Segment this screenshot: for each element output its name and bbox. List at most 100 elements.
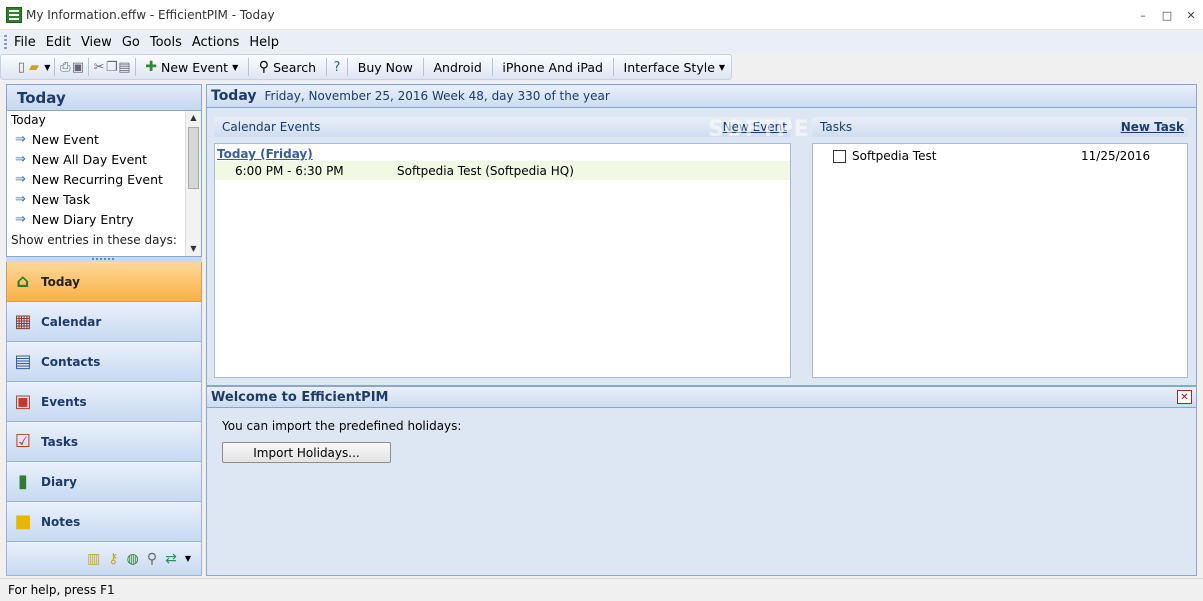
globe-icon[interactable]: ◍ xyxy=(127,551,139,567)
new-all-day-event-action[interactable]: ⇒ New All Day Event xyxy=(7,149,201,169)
arrow-right-icon: ⇒ xyxy=(15,191,26,207)
nav-calendar-label: Calendar xyxy=(41,314,102,329)
find-icon[interactable]: ⚲ xyxy=(147,551,157,567)
new-event-button[interactable]: ✚ New Event ▼ xyxy=(139,56,244,78)
nav-today-label: Today xyxy=(41,274,80,289)
new-event-action-label: New Event xyxy=(31,131,99,147)
event-title: Softpedia Test (Softpedia HQ) xyxy=(397,163,574,178)
calendar-icon: ▦ xyxy=(14,311,32,332)
welcome-header: Welcome to EfficientPIM ✕ xyxy=(206,386,1197,408)
day-label[interactable]: Today (Friday) xyxy=(215,144,790,161)
tasks-list: Softpedia Test 11/25/2016 xyxy=(812,143,1188,378)
tasks-icon: ☑ xyxy=(14,431,32,452)
arrow-right-icon: ⇒ xyxy=(15,171,26,187)
event-time: 6:00 PM - 6:30 PM xyxy=(235,163,344,178)
quick-actions-list: Today ⇒ New Event ⇒ New All Day Event ⇒ … xyxy=(6,111,202,257)
status-bar: For help, press F1 xyxy=(0,578,1203,601)
nav-diary[interactable]: ▮ Diary xyxy=(6,462,202,502)
welcome-title: Welcome to EfficientPIM xyxy=(211,389,389,405)
new-file-icon[interactable]: ▯ xyxy=(15,56,28,78)
left-panel-header: Today xyxy=(6,84,202,111)
menu-actions[interactable]: Actions xyxy=(192,35,240,50)
minimize-button[interactable]: – xyxy=(1131,0,1155,30)
key-icon[interactable]: ⚷ xyxy=(108,551,118,567)
close-button[interactable]: ✕ xyxy=(1179,0,1203,30)
window-controls: – □ ✕ xyxy=(1131,0,1203,30)
cut-icon[interactable]: ✂ xyxy=(93,56,106,78)
toolbar-separator xyxy=(326,58,327,76)
arrow-right-icon: ⇒ xyxy=(15,131,26,147)
event-row[interactable]: 6:00 PM - 6:30 PM Softpedia Test (Softpe… xyxy=(215,161,790,180)
print-icon[interactable]: ⎙ xyxy=(59,56,72,78)
events-icon: ▣ xyxy=(14,391,32,412)
arrow-right-icon: ⇒ xyxy=(15,151,26,167)
chevron-down-icon: ▼ xyxy=(718,62,726,72)
copy-icon[interactable]: ❐ xyxy=(105,56,118,78)
menu-help[interactable]: Help xyxy=(249,35,279,50)
new-task-action-label: New Task xyxy=(31,191,91,207)
new-task-action[interactable]: ⇒ New Task xyxy=(7,189,201,209)
scroll-down-icon[interactable]: ▼ xyxy=(186,242,201,256)
toolbar-separator xyxy=(347,58,348,76)
nav-tasks[interactable]: ☑ Tasks xyxy=(6,422,202,462)
toolbar-separator xyxy=(422,58,424,76)
maximize-button[interactable]: □ xyxy=(1155,0,1179,30)
new-recurring-event-action[interactable]: ⇒ New Recurring Event xyxy=(7,169,201,189)
task-row[interactable]: Softpedia Test 11/25/2016 xyxy=(813,145,1187,167)
toolbar-separator xyxy=(88,58,89,76)
open-dropdown-icon[interactable]: ▼ xyxy=(44,63,50,72)
title-bar: My Information.effw - EfficientPIM - Tod… xyxy=(0,0,1203,30)
tasks-header: Tasks New Task xyxy=(812,117,1188,137)
buy-now-button[interactable]: Buy Now xyxy=(352,56,419,78)
plus-icon: ✚ xyxy=(145,59,157,75)
clipboard-icon[interactable]: ▥ xyxy=(87,551,100,567)
nav-contacts[interactable]: ▤ Contacts xyxy=(6,342,202,382)
main-header: Today Friday, November 25, 2016 Week 48,… xyxy=(206,84,1197,108)
menu-view[interactable]: View xyxy=(81,35,112,50)
nav-calendar[interactable]: ▦ Calendar xyxy=(6,302,202,342)
toolbar-separator xyxy=(134,58,136,76)
paste-icon[interactable]: ▤ xyxy=(118,56,131,78)
android-button[interactable]: Android xyxy=(427,56,487,78)
menu-go[interactable]: Go xyxy=(122,35,140,50)
calendar-events-header: Calendar Events New Event xyxy=(214,117,791,137)
close-icon[interactable]: ✕ xyxy=(1177,390,1192,404)
search-button[interactable]: ⚲ Search xyxy=(253,56,322,78)
menu-bar: File Edit View Go Tools Actions Help xyxy=(0,31,1203,53)
new-recurring-event-label: New Recurring Event xyxy=(31,171,163,187)
open-folder-icon[interactable]: ▰ xyxy=(28,56,41,78)
window-title: My Information.effw - EfficientPIM - Tod… xyxy=(26,7,275,22)
nav-shortcuts-bar: ▥ ⚷ ◍ ⚲ ⇄ ▼ xyxy=(6,542,202,576)
toolbar-separator xyxy=(491,58,493,76)
menu-grip[interactable] xyxy=(4,35,7,49)
left-list-scrollbar[interactable]: ▲ ▼ xyxy=(185,111,201,256)
nav-today[interactable]: ⌂ Today xyxy=(6,262,202,302)
chevron-down-icon[interactable]: ▼ xyxy=(185,554,191,563)
menu-edit[interactable]: Edit xyxy=(46,35,71,50)
interface-style-button[interactable]: Interface Style ▼ xyxy=(618,56,732,78)
iphone-button[interactable]: iPhone And iPad xyxy=(496,56,609,78)
calendar-events-list: Today (Friday) 6:00 PM - 6:30 PM Softped… xyxy=(214,143,791,378)
menu-file[interactable]: File xyxy=(14,35,36,50)
menu-tools[interactable]: Tools xyxy=(150,35,182,50)
help-icon[interactable]: ? xyxy=(331,56,344,78)
scroll-up-icon[interactable]: ▲ xyxy=(186,111,201,125)
new-diary-entry-label: New Diary Entry xyxy=(31,211,134,227)
scroll-thumb[interactable] xyxy=(188,127,199,189)
toolbar-separator xyxy=(248,58,249,76)
new-diary-entry-action[interactable]: ⇒ New Diary Entry xyxy=(7,209,201,229)
nav-notes[interactable]: ■ Notes xyxy=(6,502,202,542)
print-preview-icon[interactable]: ▣ xyxy=(72,56,85,78)
sync-icon[interactable]: ⇄ xyxy=(165,551,177,567)
new-event-action[interactable]: ⇒ New Event xyxy=(7,129,201,149)
contacts-icon: ▤ xyxy=(14,351,32,372)
chevron-down-icon: ▼ xyxy=(232,62,239,72)
welcome-body xyxy=(206,408,1197,576)
import-holidays-button[interactable]: Import Holidays... xyxy=(222,442,391,463)
toolbar-separator xyxy=(612,58,614,76)
home-icon: ⌂ xyxy=(16,271,30,292)
task-date: 11/25/2016 xyxy=(1081,149,1151,163)
new-task-link[interactable]: New Task xyxy=(1121,120,1184,134)
nav-events[interactable]: ▣ Events xyxy=(6,382,202,422)
task-checkbox[interactable] xyxy=(833,149,846,163)
